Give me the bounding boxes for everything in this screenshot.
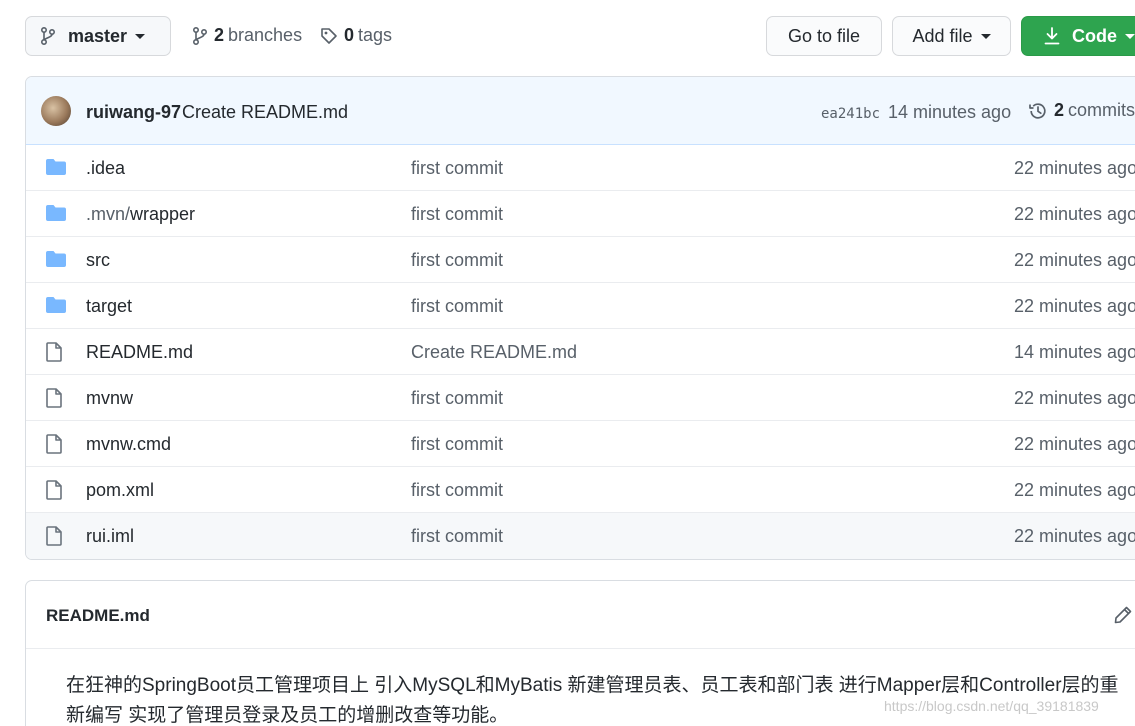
code-button[interactable]: Code xyxy=(1021,16,1135,56)
latest-commit-bar: ruiwang-97 Create README.md ea241bc 14 m… xyxy=(26,77,1135,145)
divider xyxy=(26,648,1135,649)
file-row[interactable]: mvnw first commit 22 minutes ago xyxy=(26,375,1135,421)
file-commit-message-link[interactable]: first commit xyxy=(411,526,503,547)
file-name-link[interactable]: src xyxy=(86,250,110,271)
commits-count: 2 xyxy=(1054,100,1065,120)
file-row[interactable]: src first commit 22 minutes ago xyxy=(26,237,1135,283)
watermark-text: https://blog.csdn.net/qq_39181839 xyxy=(884,698,1099,714)
file-commit-message-link[interactable]: first commit xyxy=(411,434,503,455)
file-name-link[interactable]: README.md xyxy=(86,342,193,363)
folder-icon xyxy=(45,296,67,319)
file-list: .idea first commit 22 minutes ago .mvn/w… xyxy=(26,145,1135,559)
file-row[interactable]: README.md Create README.md 14 minutes ag… xyxy=(26,329,1135,375)
tags-count: 0 xyxy=(344,25,355,45)
file-row[interactable]: target first commit 22 minutes ago xyxy=(26,283,1135,329)
file-name-link[interactable]: mvnw.cmd xyxy=(86,434,171,455)
avatar[interactable] xyxy=(41,96,71,126)
add-file-button[interactable]: Add file xyxy=(892,16,1011,56)
commits-label: commits xyxy=(1068,100,1135,120)
readme-title: README.md xyxy=(46,606,150,625)
branches-link[interactable]: 2 branches xyxy=(192,25,302,46)
folder-icon xyxy=(45,158,67,181)
branch-select-button[interactable]: master xyxy=(25,16,171,56)
file-row[interactable]: .mvn/wrapper first commit 22 minutes ago xyxy=(26,191,1135,237)
chevron-down-icon xyxy=(1125,33,1135,39)
file-icon xyxy=(45,526,63,551)
folder-icon xyxy=(45,250,67,273)
file-commit-message-link[interactable]: first commit xyxy=(411,250,503,271)
file-commit-message-link[interactable]: first commit xyxy=(411,158,503,179)
file-icon xyxy=(45,388,63,413)
file-row[interactable]: .idea first commit 22 minutes ago xyxy=(26,145,1135,191)
tags-label: tags xyxy=(358,25,393,45)
go-to-file-label: Go to file xyxy=(787,25,861,46)
file-name-link[interactable]: rui.iml xyxy=(86,526,134,547)
go-to-file-button[interactable]: Go to file xyxy=(766,16,882,56)
file-commit-message-link[interactable]: first commit xyxy=(411,204,503,225)
file-icon xyxy=(45,434,63,459)
pencil-icon[interactable] xyxy=(1113,605,1133,630)
file-commit-message-link[interactable]: first commit xyxy=(411,296,503,317)
file-commit-message-link[interactable]: Create README.md xyxy=(411,342,577,363)
file-commit-time: 14 minutes ago xyxy=(1014,342,1135,362)
file-commit-time: 22 minutes ago xyxy=(1014,204,1135,224)
file-commit-time: 22 minutes ago xyxy=(1014,250,1135,270)
file-commit-time: 22 minutes ago xyxy=(1014,388,1135,408)
add-file-label: Add file xyxy=(912,25,973,46)
branches-count: 2 xyxy=(214,25,225,45)
file-row[interactable]: rui.iml first commit 22 minutes ago xyxy=(26,513,1135,559)
chevron-down-icon xyxy=(980,33,991,39)
branch-label: master xyxy=(68,25,128,46)
file-icon xyxy=(45,480,63,505)
file-commit-time: 22 minutes ago xyxy=(1014,480,1135,500)
file-name-link[interactable]: mvnw xyxy=(86,388,133,409)
code-label: Code xyxy=(1072,25,1117,46)
commit-author-link[interactable]: ruiwang-97 xyxy=(86,102,181,123)
file-commit-time: 22 minutes ago xyxy=(1014,434,1135,454)
tag-icon xyxy=(321,27,337,44)
folder-icon xyxy=(45,204,67,227)
file-commit-message-link[interactable]: first commit xyxy=(411,388,503,409)
commits-history-link[interactable]: 2 commits xyxy=(1028,100,1135,121)
file-commit-time: 22 minutes ago xyxy=(1014,526,1135,546)
tags-link[interactable]: 0 tags xyxy=(320,25,392,46)
git-branch-icon xyxy=(193,26,208,45)
file-commit-time: 22 minutes ago xyxy=(1014,296,1135,316)
file-commit-time: 22 minutes ago xyxy=(1014,158,1135,178)
commit-message-link[interactable]: Create README.md xyxy=(182,102,348,123)
history-icon xyxy=(1029,102,1046,119)
file-name-link[interactable]: target xyxy=(86,296,132,317)
file-name-link[interactable]: .mvn/wrapper xyxy=(86,204,195,225)
download-icon xyxy=(1044,27,1060,45)
file-row[interactable]: mvnw.cmd first commit 22 minutes ago xyxy=(26,421,1135,467)
file-name-link[interactable]: .idea xyxy=(86,158,125,179)
chevron-down-icon xyxy=(135,33,146,39)
file-name-link[interactable]: pom.xml xyxy=(86,480,154,501)
commit-time: 14 minutes ago xyxy=(888,102,1012,122)
file-icon xyxy=(45,342,63,367)
file-commit-message-link[interactable]: first commit xyxy=(411,480,503,501)
branches-label: branches xyxy=(228,25,303,45)
git-branch-icon xyxy=(41,27,56,45)
file-browser: ruiwang-97 Create README.md ea241bc 14 m… xyxy=(25,76,1135,560)
commit-sha-link[interactable]: ea241bc xyxy=(821,106,880,122)
file-row[interactable]: pom.xml first commit 22 minutes ago xyxy=(26,467,1135,513)
